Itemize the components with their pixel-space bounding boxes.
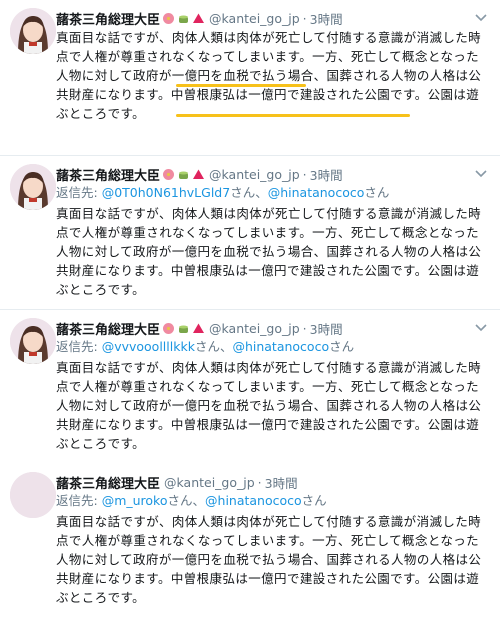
text-line: 点で人権が尊重されなくなってしまいます。一方、死亡して概念となった — [56, 379, 480, 394]
text-line: 人物に対して政府が一億円を血税で払う場合、国葬される人物の人格は公 — [56, 68, 482, 83]
reply-joiner: さん、 — [194, 339, 233, 354]
tweet-text: 真面目な話ですが、肉体人類は肉体が死亡して付随する意識が消滅した時 点で人権が尊… — [56, 358, 482, 453]
mention-link[interactable]: @hinatanococo — [205, 493, 302, 508]
mention-link[interactable]: @hinatanococo — [232, 339, 329, 354]
avatar-image — [10, 8, 56, 54]
mention-link[interactable]: @0T0h0N61hvLGld7 — [102, 185, 231, 200]
reply-context: 返信先: @vvvooollllkkkさん、@hinatanococoさん — [56, 338, 354, 356]
text-line: ぶところです。 — [56, 282, 146, 297]
text-line: 人物に対して政府が一億円を血税で払う場合、国葬される人物の人格は公 — [56, 244, 482, 259]
text-line: 共財産になります。中曽根康弘は一億円で建設された公園です。公園は遊 — [56, 417, 480, 432]
timestamp[interactable]: 3時間 — [310, 319, 343, 338]
display-name[interactable]: 藷茶三角総理大臣 — [56, 9, 160, 28]
chevron-down-icon[interactable] — [472, 8, 490, 26]
reply-suffix: さん — [301, 493, 327, 508]
reply-prefix: 返信先: — [56, 339, 102, 354]
text-line: 真面目な話ですが、肉体人類は肉体が死亡して付随する意識が消滅した時 — [56, 360, 482, 375]
tweet-header: 藷茶三角総理大臣 @kantei_go_jp · 3時間 — [56, 8, 343, 28]
hibiscus-icon — [163, 12, 175, 24]
avatar-image — [10, 318, 56, 364]
timestamp[interactable]: 3時間 — [265, 473, 298, 492]
matcha-icon — [179, 171, 189, 179]
separator-dot: · — [302, 166, 307, 182]
text-line: 共財産になります。中曽根康弘は一億円で建設された公園です。公園は遊 — [56, 87, 480, 102]
text-line: ぶところです。 — [56, 436, 146, 451]
handle[interactable]: @kantei_go_jp — [209, 11, 300, 26]
tweet[interactable]: 藷茶三角総理大臣 @kantei_go_jp · 3時間 真面目な話ですが、肉体… — [0, 0, 500, 156]
tweet[interactable]: 藷茶三角総理大臣 @kantei_go_jp · 3時間 返信先: @0T0h0… — [0, 156, 500, 310]
reply-prefix: 返信先: — [56, 493, 102, 508]
tweet-header: 藷茶三角総理大臣 @kantei_go_jp · 3時間 — [56, 164, 343, 184]
reply-joiner: さん、 — [230, 185, 268, 200]
separator-dot: · — [302, 10, 307, 26]
avatar[interactable] — [10, 318, 56, 364]
chevron-down-icon[interactable] — [472, 318, 490, 336]
tweet-text: 真面目な話ですが、肉体人類は肉体が死亡して付随する意識が消滅した時 点で人権が尊… — [56, 204, 482, 299]
chevron-down-icon[interactable] — [472, 164, 490, 182]
text-line: 人物に対して政府が一億円を血税で払う場合、国葬される人物の人格は公 — [56, 552, 482, 567]
avatar-image — [10, 164, 56, 210]
mention-link[interactable]: @hinatanococo — [268, 185, 365, 200]
separator-dot: · — [302, 320, 307, 336]
display-name[interactable]: 藷茶三角総理大臣 — [56, 319, 160, 338]
handle[interactable]: @kantei_go_jp — [209, 321, 300, 336]
reply-joiner: さん、 — [167, 493, 206, 508]
matcha-icon — [179, 325, 189, 333]
highlight-underline — [176, 114, 410, 117]
text-line: 点で人権が尊重されなくなってしまいます。一方、死亡して概念となった — [56, 49, 480, 64]
avatar[interactable] — [10, 164, 56, 210]
highlight-underline — [176, 84, 306, 87]
avatar[interactable] — [10, 472, 56, 518]
tweet[interactable]: 藷茶三角総理大臣 @kantei_go_jp · 3時間 返信先: @m_uro… — [0, 464, 500, 618]
text-line: 人物に対して政府が一億円を血税で払う場合、国葬される人物の人格は公 — [56, 398, 482, 413]
reply-prefix: 返信先: — [56, 185, 102, 200]
red-triangle-icon — [193, 169, 205, 179]
matcha-icon — [179, 15, 189, 23]
red-triangle-icon — [193, 13, 205, 23]
avatar-image — [10, 472, 56, 518]
hibiscus-icon — [163, 168, 175, 180]
mention-link[interactable]: @vvvooollllkkk — [102, 339, 195, 354]
reply-context: 返信先: @0T0h0N61hvLGld7さん、@hinatanococoさん — [56, 184, 389, 202]
hibiscus-icon — [163, 322, 175, 334]
tweet-header: 藷茶三角総理大臣 @kantei_go_jp · 3時間 — [56, 318, 343, 338]
display-name[interactable]: 藷茶三角総理大臣 — [56, 473, 160, 492]
separator-dot: · — [257, 474, 262, 490]
text-line: 真面目な話ですが、肉体人類は肉体が死亡して付随する意識が消滅した時 — [56, 30, 482, 45]
reply-suffix: さん — [364, 185, 390, 200]
text-line: 点で人権が尊重されなくなってしまいます。一方、死亡して概念となった — [56, 225, 480, 240]
text-line: ぶところです。 — [56, 590, 146, 605]
text-line: 真面目な話ですが、肉体人類は肉体が死亡して付随する意識が消滅した時 — [56, 514, 482, 529]
timestamp[interactable]: 3時間 — [310, 165, 343, 184]
text-line: 点で人権が尊重されなくなってしまいます。一方、死亡して概念となった — [56, 533, 480, 548]
timestamp[interactable]: 3時間 — [310, 9, 343, 28]
tweet-text: 真面目な話ですが、肉体人類は肉体が死亡して付随する意識が消滅した時 点で人権が尊… — [56, 512, 482, 607]
tweet-header: 藷茶三角総理大臣 @kantei_go_jp · 3時間 — [56, 472, 298, 492]
text-line: 共財産になります。中曽根康弘は一億円で建設された公園です。公園は遊 — [56, 571, 480, 586]
text-line: 真面目な話ですが、肉体人類は肉体が死亡して付随する意識が消滅した時 — [56, 206, 482, 221]
text-line: 共財産になります。中曽根康弘は一億円で建設された公園です。公園は遊 — [56, 263, 480, 278]
tweet-text: 真面目な話ですが、肉体人類は肉体が死亡して付随する意識が消滅した時 点で人権が尊… — [56, 28, 482, 123]
reply-suffix: さん — [329, 339, 355, 354]
reply-context: 返信先: @m_urokoさん、@hinatanococoさん — [56, 492, 327, 510]
handle[interactable]: @kantei_go_jp — [209, 167, 300, 182]
handle[interactable]: @kantei_go_jp — [164, 475, 255, 490]
mention-link[interactable]: @m_uroko — [102, 493, 168, 508]
tweet[interactable]: 藷茶三角総理大臣 @kantei_go_jp · 3時間 返信先: @vvvoo… — [0, 310, 500, 464]
avatar[interactable] — [10, 8, 56, 54]
red-triangle-icon — [193, 323, 205, 333]
display-name[interactable]: 藷茶三角総理大臣 — [56, 165, 160, 184]
